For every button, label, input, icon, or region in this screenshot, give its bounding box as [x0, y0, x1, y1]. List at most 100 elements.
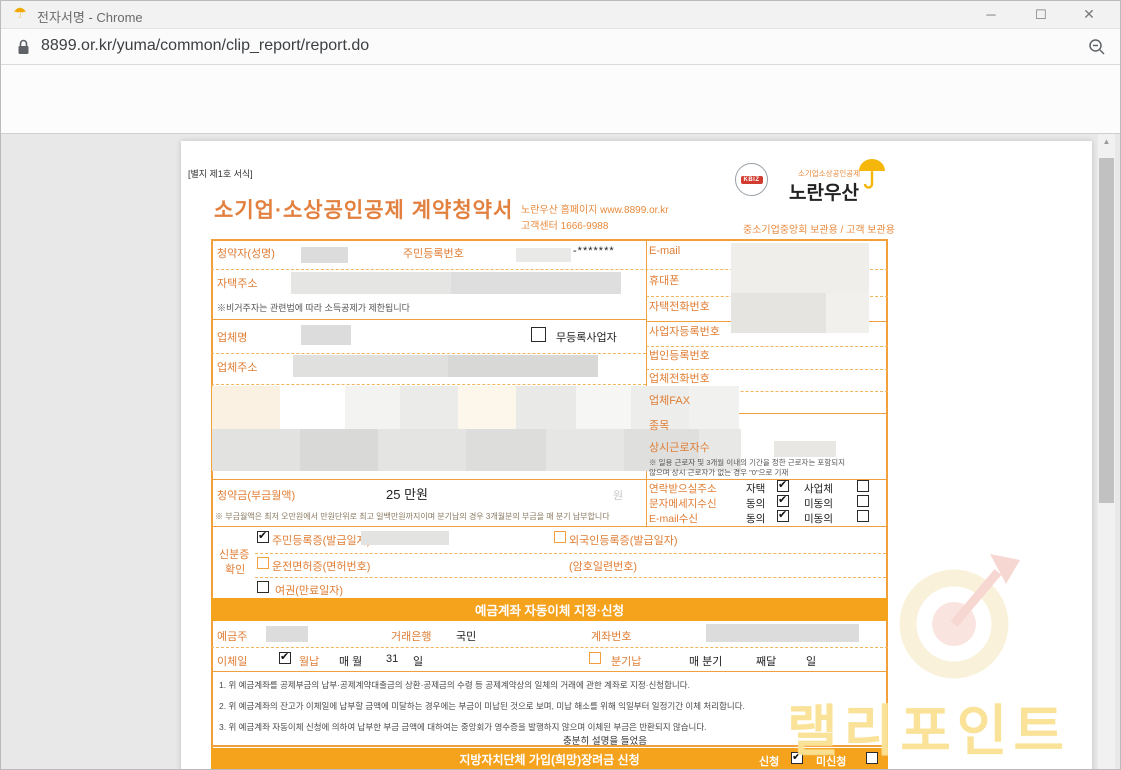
sms-disagree-checkbox[interactable]: [857, 495, 869, 507]
passport-checkbox[interactable]: [257, 581, 269, 593]
watermark-text: 랠리포인트: [787, 686, 1070, 766]
quarterly-payment-checkbox[interactable]: [589, 652, 601, 664]
redacted-contact-values-3: [826, 293, 869, 333]
email-consent-label: E-mail수신: [649, 511, 698, 526]
bank-label: 거래은행: [391, 628, 431, 644]
resident-id-label: 주민등록증(발급일자): [272, 532, 370, 548]
day-unit-2-label: 일: [806, 653, 816, 669]
email-agree-checkbox[interactable]: [777, 510, 789, 522]
id-check-label-1: 신분증: [219, 546, 249, 562]
contact-address-label: 연락받으실주소: [649, 481, 717, 496]
day-unit-label: 일: [413, 653, 423, 669]
employees-label: 상시근로자수: [649, 439, 710, 455]
umbrella-favicon-icon: ☂: [11, 5, 29, 23]
redacted-company-address: [293, 355, 448, 377]
redacted-rrn: [516, 248, 571, 262]
document-viewer: [별지 제1호 서식] 소기업·소상공인공제 계약청약서 노란우산 홈페이지 w…: [1, 134, 1121, 770]
redacted-block: [300, 429, 378, 471]
close-button[interactable]: ✕: [1066, 1, 1112, 28]
brand-logo-text: 노란우산: [789, 178, 859, 205]
sms-disagree-label: 미동의: [804, 496, 833, 511]
contact-business-label: 사업체: [804, 481, 833, 496]
every-quarter-label: 매 분기: [689, 653, 722, 669]
window-titlebar: ☂ 전자서명 - Chrome ─ ☐ ✕: [1, 1, 1120, 29]
scrollbar-up-arrow[interactable]: ▲: [1098, 134, 1115, 150]
transfer-day-value: 31: [386, 653, 398, 665]
contact-home-checkbox[interactable]: [777, 480, 789, 492]
monthly-payment-checkbox[interactable]: [279, 652, 291, 664]
window-title: 전자서명 - Chrome: [37, 7, 143, 26]
localgov-title: 지방자치단체 가입(희망)장려금 신청: [459, 751, 639, 768]
driver-license-checkbox[interactable]: [257, 557, 269, 569]
redacted-block: [212, 429, 300, 471]
home-phone-label: 자택전화번호: [649, 298, 710, 314]
kbiz-seal-logo: KBIZ: [735, 163, 768, 196]
callcenter-text: 고객센터 1666-9988: [521, 217, 608, 232]
redacted-company-address-2: [448, 355, 598, 377]
redacted-account-number: [706, 624, 859, 642]
redacted-block: [345, 386, 400, 429]
redacted-applicant-name: [301, 247, 348, 263]
sms-consent-label: 문자메세지수신: [649, 496, 717, 511]
quarterly-label: 분기납: [611, 653, 641, 669]
form-code: [별지 제1호 서식]: [188, 167, 253, 180]
dart-target-watermark-icon: [894, 552, 1026, 687]
applicant-name-label: 청약자(성명): [217, 245, 275, 261]
account-number-label: 계좌번호: [591, 628, 631, 644]
corporate-reg-label: 법인등록번호: [649, 347, 710, 363]
scrollbar[interactable]: ▲: [1098, 134, 1115, 770]
id-check-label-2: 확인: [225, 561, 245, 577]
redacted-block: [280, 386, 345, 429]
company-name-label: 업체명: [217, 329, 247, 345]
redacted-block: [466, 429, 546, 471]
unregistered-business-checkbox[interactable]: [531, 327, 546, 342]
passport-label: 여권(만료일자): [275, 582, 343, 598]
nth-month-label: 째달: [756, 653, 776, 669]
browser-window: ☂ 전자서명 - Chrome ─ ☐ ✕ 8899.or.kr/yuma/co…: [0, 0, 1121, 770]
redacted-company-name: [301, 325, 351, 345]
sms-agree-checkbox[interactable]: [777, 495, 789, 507]
bank-value: 국민: [456, 628, 476, 644]
redacted-contact-values: [731, 243, 869, 293]
company-phone-label: 업체전화번호: [649, 370, 710, 386]
redacted-employees-value: [774, 441, 836, 457]
redacted-block: [576, 386, 631, 429]
redacted-block: [516, 386, 576, 429]
redacted-block: [378, 429, 466, 471]
scrollbar-thumb[interactable]: [1099, 158, 1114, 503]
email-agree-label: 동의: [746, 511, 765, 526]
redacted-home-address: [291, 272, 451, 294]
yellow-umbrella-icon: [857, 155, 887, 196]
sector-label: 종목: [649, 417, 669, 433]
premium-value: 25 만원: [386, 484, 428, 503]
address-bar[interactable]: 8899.or.kr/yuma/common/clip_report/repor…: [1, 29, 1120, 65]
sms-agree-label: 동의: [746, 496, 765, 511]
nonresident-note: ※비거주자는 관련법에 따라 소득공제가 제한됩니다: [217, 301, 410, 314]
redacted-block: [546, 429, 624, 471]
mobile-label: 휴대폰: [649, 272, 679, 288]
explained-confirm-text: 충분히 설명을 들었음: [563, 733, 647, 747]
viewer-toolbar: 1 / 7 100% 전자서명 진행 후 신청이 완료됩니다. 전자서명: [1, 65, 1120, 134]
maximize-button[interactable]: ☐: [1018, 1, 1064, 28]
bank-section-header: 예금계좌 자동이체 지정·신청: [211, 598, 888, 621]
employees-note-2: 않으며 상시 근로자가 없는 경우 "0"으로 기재: [649, 467, 788, 478]
foreign-id-checkbox[interactable]: [554, 531, 566, 543]
resident-id-checkbox[interactable]: [257, 531, 269, 543]
redacted-block: [458, 386, 516, 429]
foreign-id-label: 외국인등록증(발급일자): [569, 532, 678, 548]
premium-note: ※ 부금월액은 최저 오만원에서 만원단위로 최고 일백만원까지이며 분기납의 …: [215, 511, 610, 522]
rrn-masked-text: -*******: [573, 245, 615, 257]
zoom-out-search-icon[interactable]: [1088, 38, 1106, 61]
redacted-account-holder: [266, 626, 308, 642]
redacted-block: [689, 386, 739, 429]
apply-label: 신청: [759, 753, 779, 769]
email-disagree-checkbox[interactable]: [857, 510, 869, 522]
contact-business-checkbox[interactable]: [857, 480, 869, 492]
rrn-label: 주민등록번호: [403, 245, 464, 261]
email-disagree-label: 미동의: [804, 511, 833, 526]
minimize-button[interactable]: ─: [968, 1, 1014, 28]
contact-home-label: 자택: [746, 481, 765, 496]
redacted-id-issue-date: [361, 531, 449, 545]
redacted-block: [212, 386, 280, 429]
driver-license-label: 운전면허증(면허번호): [272, 558, 370, 574]
